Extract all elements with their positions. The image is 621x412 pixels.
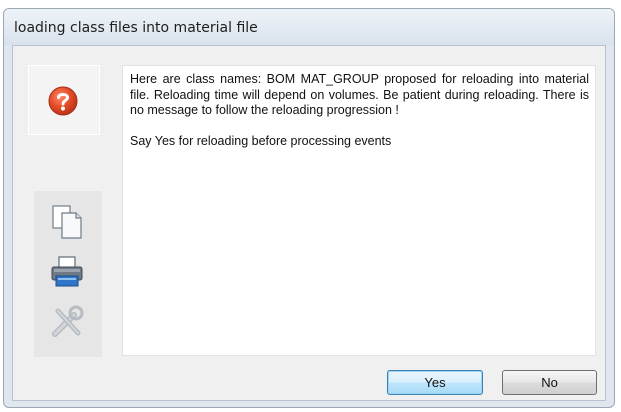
- title-bar[interactable]: loading class files into material file: [4, 9, 614, 45]
- message-area: Here are class names: BOM MAT_GROUP prop…: [122, 65, 596, 356]
- tools-icon[interactable]: [48, 303, 86, 341]
- window-title: loading class files into material file: [14, 20, 258, 36]
- copy-icon[interactable]: [48, 203, 86, 241]
- yes-button[interactable]: Yes: [387, 370, 483, 395]
- tool-panel: [34, 191, 102, 357]
- dialog-window: loading class files into material file H…: [3, 8, 615, 408]
- message-instruction: Say Yes for reloading before processing …: [130, 133, 392, 148]
- question-icon: [48, 86, 78, 116]
- question-panel: [28, 65, 100, 135]
- dialog-body: Here are class names: BOM MAT_GROUP prop…: [12, 45, 606, 401]
- no-button[interactable]: No: [502, 370, 597, 395]
- printer-icon[interactable]: [48, 253, 86, 291]
- message-paragraph: Here are class names: BOM MAT_GROUP prop…: [130, 72, 589, 117]
